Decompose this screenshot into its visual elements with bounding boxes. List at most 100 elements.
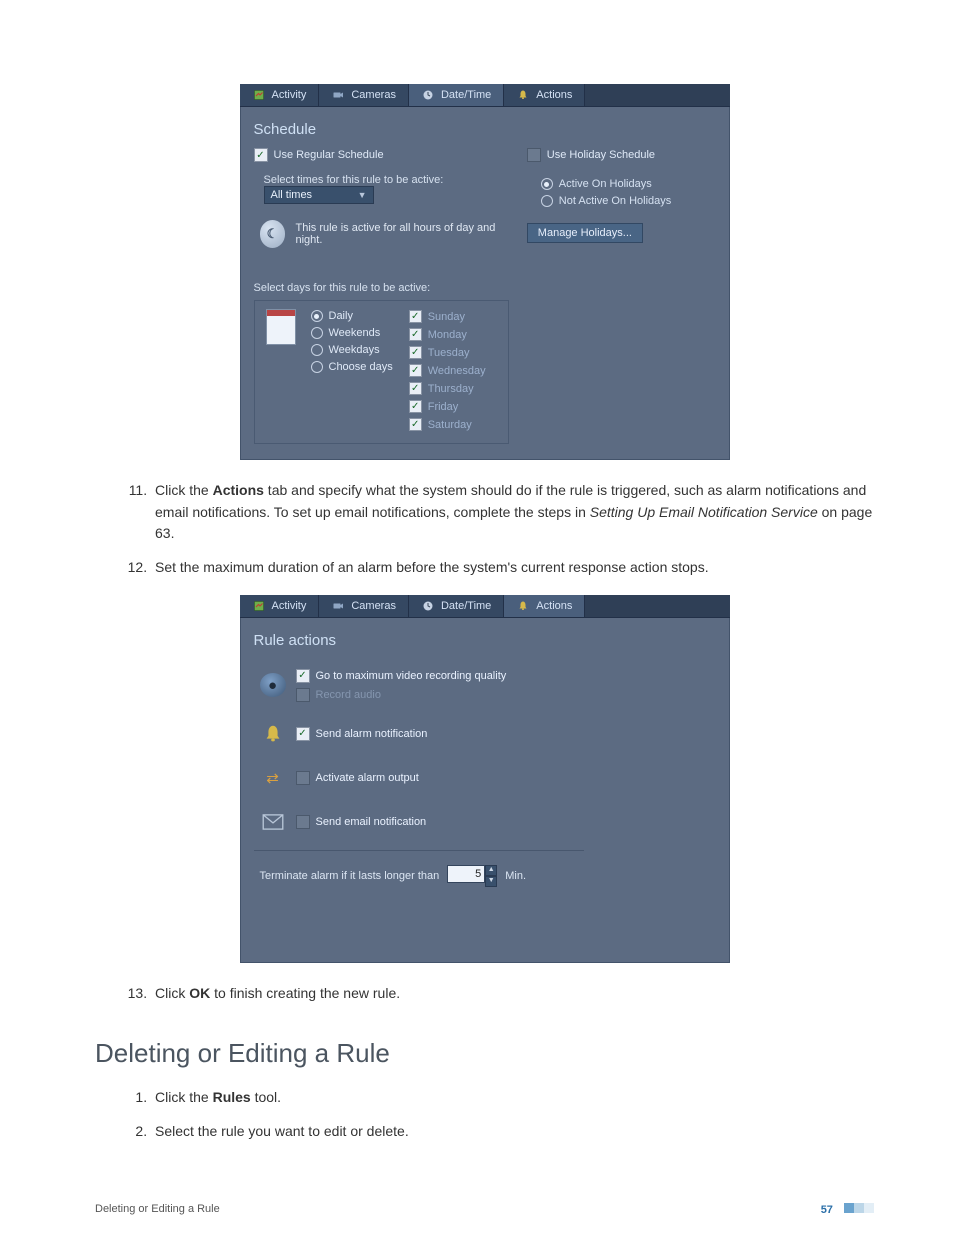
radio-label: Weekends [329, 327, 381, 339]
checkbox-icon[interactable] [254, 148, 268, 162]
checkbox-icon [409, 346, 422, 359]
instruction-list: Click the Rules tool. Select the rule yo… [95, 1087, 874, 1142]
radio-icon [311, 327, 323, 339]
activity-icon [252, 600, 266, 612]
clock-icon [421, 600, 435, 612]
terminate-unit: Min. [505, 870, 526, 882]
checkbox-icon [296, 771, 310, 785]
use-holiday-row[interactable]: Use Holiday Schedule [527, 148, 716, 162]
radio-label: Active On Holidays [559, 178, 652, 190]
radio-label: Choose days [329, 361, 393, 373]
activity-icon [252, 89, 266, 101]
footer-decoration-icon [844, 1203, 874, 1213]
times-select[interactable]: All times ▼ [264, 186, 374, 204]
clock-note: This rule is active for all hours of day… [295, 222, 508, 246]
radio-icon [311, 310, 323, 322]
terminate-input[interactable] [447, 865, 485, 883]
tab-cameras[interactable]: Cameras [319, 595, 409, 617]
checkbox-icon [296, 688, 310, 702]
tab-activity[interactable]: Activity [240, 84, 320, 106]
checkbox-icon [296, 669, 310, 683]
day-thursday[interactable]: Thursday [409, 382, 486, 395]
tabs-bar: Activity Cameras Date/Time Actions [240, 595, 730, 618]
camera-icon [331, 89, 345, 101]
page-footer: Deleting or Editing a Rule 57 [95, 1203, 874, 1216]
chk-send-alarm[interactable]: Send alarm notification [296, 727, 428, 741]
day-tuesday[interactable]: Tuesday [409, 346, 486, 359]
bell-icon [516, 89, 530, 101]
tab-label: Cameras [351, 89, 396, 101]
step-13: Click OK to finish creating the new rule… [151, 983, 874, 1005]
tab-label: Actions [536, 600, 572, 612]
use-holiday-label: Use Holiday Schedule [547, 149, 655, 161]
times-select-value: All times [271, 189, 313, 201]
tab-datetime[interactable]: Date/Time [409, 84, 504, 106]
checkbox-icon [409, 364, 422, 377]
day-sunday[interactable]: Sunday [409, 310, 486, 323]
use-regular-label: Use Regular Schedule [274, 149, 384, 161]
checkbox-icon [409, 418, 422, 431]
select-times-label: Select times for this rule to be active: [264, 174, 444, 186]
use-regular-row[interactable]: Use Regular Schedule [254, 148, 509, 162]
day-monday[interactable]: Monday [409, 328, 486, 341]
radio-choose[interactable]: Choose days [311, 361, 393, 373]
radio-daily[interactable]: Daily [311, 310, 393, 322]
tab-actions[interactable]: Actions [504, 84, 585, 106]
checkbox-icon[interactable] [527, 148, 541, 162]
footer-left: Deleting or Editing a Rule [95, 1203, 220, 1215]
radio-icon [541, 195, 553, 207]
panel-title: Schedule [254, 121, 716, 138]
spinner-up[interactable]: ▲ [485, 865, 497, 876]
chk-go-max[interactable]: Go to maximum video recording quality [296, 669, 507, 683]
chk-label: Record audio [316, 689, 381, 701]
radio-icon [311, 344, 323, 356]
radio-icon [311, 361, 323, 373]
radio-icon [541, 178, 553, 190]
tab-label: Activity [272, 600, 307, 612]
checkbox-icon [409, 328, 422, 341]
tab-label: Cameras [351, 600, 396, 612]
radio-active-holidays[interactable]: Active On Holidays [541, 178, 716, 190]
radio-label: Not Active On Holidays [559, 195, 672, 207]
terminate-label: Terminate alarm if it lasts longer than [260, 870, 440, 882]
radio-weekends[interactable]: Weekends [311, 327, 393, 339]
day-night-icon: ☾ [260, 220, 286, 248]
chevron-down-icon: ▼ [358, 190, 367, 200]
step-12: Set the maximum duration of an alarm bef… [151, 557, 874, 579]
tab-label: Activity [272, 89, 307, 101]
clock-icon [421, 89, 435, 101]
manage-holidays-button[interactable]: Manage Holidays... [527, 223, 643, 243]
panel-title: Rule actions [254, 632, 716, 649]
chk-activate-output[interactable]: Activate alarm output [296, 771, 419, 785]
day-wednesday[interactable]: Wednesday [409, 364, 486, 377]
select-days-label: Select days for this rule to be active: [254, 282, 509, 294]
chk-label: Activate alarm output [316, 772, 419, 784]
chk-label: Send email notification [316, 816, 427, 828]
chk-record-audio[interactable]: Record audio [296, 688, 507, 702]
tab-datetime[interactable]: Date/Time [409, 595, 504, 617]
day-friday[interactable]: Friday [409, 400, 486, 413]
tab-cameras[interactable]: Cameras [319, 84, 409, 106]
step-11: Click the Actions tab and specify what t… [151, 480, 874, 545]
record-icon: ● [260, 673, 286, 697]
chk-label: Send alarm notification [316, 728, 428, 740]
tab-activity[interactable]: Activity [240, 595, 320, 617]
output-icon: ⇄ [260, 766, 286, 790]
checkbox-icon [409, 310, 422, 323]
radio-weekdays[interactable]: Weekdays [311, 344, 393, 356]
tab-label: Date/Time [441, 89, 491, 101]
ruleactions-screenshot: Activity Cameras Date/Time Actions Rule … [240, 595, 730, 963]
spinner-down[interactable]: ▼ [485, 876, 497, 887]
day-saturday[interactable]: Saturday [409, 418, 486, 431]
chk-send-email[interactable]: Send email notification [296, 815, 427, 829]
radio-label: Weekdays [329, 344, 380, 356]
schedule-screenshot: Activity Cameras Date/Time Actions Sched… [240, 84, 730, 460]
tabs-bar: Activity Cameras Date/Time Actions [240, 84, 730, 107]
radio-not-active-holidays[interactable]: Not Active On Holidays [541, 195, 716, 207]
tab-actions[interactable]: Actions [504, 595, 585, 617]
checkbox-icon [409, 400, 422, 413]
calendar-icon [267, 310, 295, 344]
radio-label: Daily [329, 310, 353, 322]
bell-icon [260, 722, 286, 746]
instruction-list: Click the Actions tab and specify what t… [95, 480, 874, 579]
